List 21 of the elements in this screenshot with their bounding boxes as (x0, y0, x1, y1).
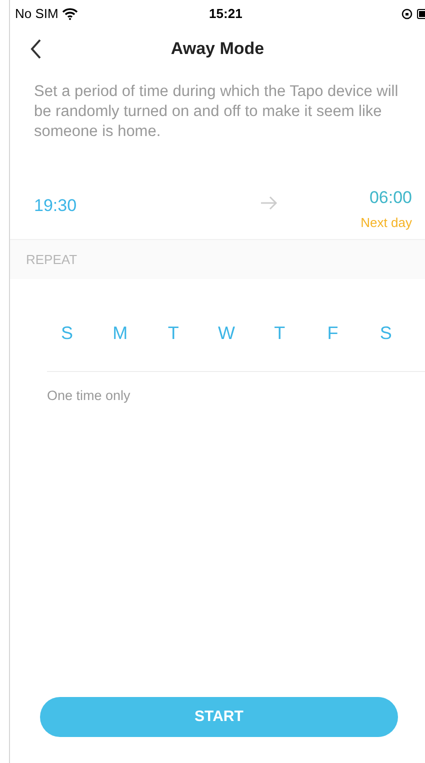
back-icon[interactable] (30, 39, 42, 59)
weekday-toggle[interactable]: M (106, 319, 134, 347)
weekday-toggle[interactable]: T (266, 319, 294, 347)
weekday-toggle[interactable]: F (318, 319, 347, 347)
description-text: Set a period of time during which the Tapo device will be randomly turned on and off to make it seem like someone is home. (33, 82, 400, 142)
status-time: 15:21 (209, 5, 242, 24)
wifi-icon (62, 8, 78, 20)
rotation-lock-icon (401, 8, 413, 20)
repeat-label: REPEAT (26, 250, 78, 269)
carrier-label: No SIM (15, 5, 58, 24)
next-day-note: Next day (360, 214, 412, 232)
weekday-toggle[interactable]: T (159, 319, 188, 347)
page-title: Away Mode (170, 38, 264, 60)
weekday-toggle[interactable]: W (212, 319, 240, 347)
repeat-summary: One time only (47, 388, 130, 403)
end-time[interactable]: 06:00 (369, 185, 412, 210)
weekday-toggle[interactable]: S (53, 319, 81, 347)
arrow-right-icon (260, 196, 278, 210)
start-time[interactable]: 19:30 (34, 193, 77, 218)
weekday-toggle[interactable]: S (372, 319, 400, 347)
start-button[interactable]: START (40, 697, 398, 737)
